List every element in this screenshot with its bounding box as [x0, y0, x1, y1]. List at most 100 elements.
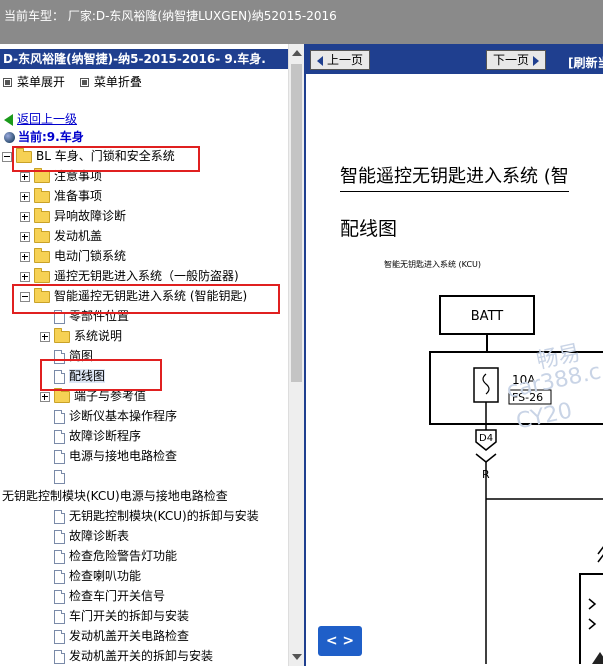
tree-item-label: 检查危险警告灯功能: [69, 549, 178, 563]
tree-item-label: 注意事项: [54, 169, 103, 183]
folder-icon: [34, 247, 50, 263]
tree-item-label: 异响故障诊断: [54, 209, 127, 223]
tree-item-label: 零部件位置: [69, 309, 130, 323]
tree-item[interactable]: 注意事项: [20, 166, 102, 186]
expand-icon[interactable]: [20, 191, 30, 202]
prev-page-button[interactable]: 上一页: [310, 50, 371, 70]
tree-item-label: 故障诊断程序: [69, 429, 142, 443]
tree-item-label: 发动机盖: [54, 229, 103, 243]
folder-icon: [34, 267, 50, 283]
tree-item-label: 诊断仪基本操作程序: [69, 409, 178, 423]
tree-item[interactable]: 智能遥控无钥匙进入系统 (智能钥匙): [20, 286, 247, 306]
tree-item[interactable]: 发动机盖开关电路检查: [40, 626, 189, 646]
tree-item[interactable]: 检查危险警告灯功能: [40, 546, 177, 566]
tree-item[interactable]: 异响故障诊断: [20, 206, 126, 226]
menu-collapse-button[interactable]: 菜单折叠: [77, 75, 142, 89]
document-icon: [54, 449, 65, 464]
tree-item[interactable]: 检查车门开关信号: [40, 586, 165, 606]
expand-icon[interactable]: [40, 331, 50, 342]
folder-icon: [34, 207, 50, 223]
document-icon: [54, 349, 65, 364]
tree-item-label: 检查车门开关信号: [69, 589, 166, 603]
fuse-icon: [473, 367, 499, 403]
tree-item-label: 车门开关的拆卸与安装: [69, 609, 190, 623]
batt-label: BATT: [471, 309, 504, 324]
tree-item-label: 端子与参考值: [74, 389, 147, 403]
tree-item[interactable]: 电源与接地电路检查: [40, 446, 177, 466]
tree-item[interactable]: 准备事项: [20, 186, 102, 206]
refresh-link[interactable]: [刷新当: [568, 54, 603, 71]
folder-icon: [16, 147, 32, 163]
expand-icon[interactable]: [20, 211, 30, 222]
tree-item[interactable]: 零部件位置: [40, 306, 129, 326]
connector-label: D4: [479, 433, 493, 444]
document-subtitle: 配线图: [340, 218, 398, 240]
folder-icon: [34, 167, 50, 183]
back-link-label[interactable]: 返回上一级: [17, 112, 77, 126]
scroll-up-icon[interactable]: [292, 50, 302, 56]
tree-item[interactable]: 简图: [40, 346, 93, 366]
document-icon: [54, 409, 65, 424]
tree-item[interactable]: 端子与参考值: [40, 386, 146, 406]
square-icon: [3, 78, 12, 87]
menu-toggle-row: 菜单展开 菜单折叠: [0, 72, 150, 92]
tree-item[interactable]: 无钥匙控制模块(KCU)的拆卸与安装: [40, 506, 259, 526]
current-location: 当前:9.车身: [4, 128, 84, 146]
tree-item[interactable]: 无钥匙控制模块(KCU)电源与接地电路检查: [2, 486, 228, 506]
folder-icon: [54, 387, 70, 403]
tree-item-label: BL 车身、门锁和安全系统: [36, 149, 175, 163]
tree-item[interactable]: 遥控无钥匙进入系统（一般防盗器): [20, 266, 239, 286]
tree-item-label: 系统说明: [74, 329, 123, 343]
document-icon: [54, 609, 65, 624]
page-nav-button[interactable]: < >: [318, 626, 362, 656]
tree-item[interactable]: 配线图: [40, 366, 106, 386]
tree-item[interactable]: 车门开关的拆卸与安装: [40, 606, 189, 626]
left-panel-header: D-东风裕隆(纳智捷)-纳5-2015-2016- 9.车身.: [0, 49, 290, 69]
tree-item[interactable]: 检查喇叭功能: [40, 566, 141, 586]
tree-item-label: 电动门锁系统: [54, 249, 127, 263]
collapse-icon[interactable]: [2, 151, 12, 162]
tree-item-label: 智能遥控无钥匙进入系统 (智能钥匙): [54, 289, 248, 303]
expand-icon[interactable]: [20, 171, 30, 182]
document-icon: [54, 429, 65, 444]
tree-item-label: 电源与接地电路检查: [69, 449, 178, 463]
scroll-thumb[interactable]: [291, 64, 302, 382]
wiring-diagram: BATT 10A FS-26 D4 R: [429, 295, 603, 664]
expand-icon[interactable]: [20, 251, 30, 262]
tree-item[interactable]: 电动门锁系统: [20, 246, 126, 266]
tree-item-label: 遥控无钥匙进入系统（一般防盗器): [54, 269, 239, 283]
document-icon: [54, 309, 65, 324]
document-icon: [54, 589, 65, 604]
tree-item[interactable]: [40, 466, 69, 486]
tree-item[interactable]: BL 车身、门锁和安全系统: [2, 146, 175, 166]
back-link[interactable]: 返回上一级: [4, 110, 77, 128]
tree-item[interactable]: 发动机盖: [20, 226, 102, 246]
tree-item-label: 配线图: [69, 369, 106, 383]
document-icon: [54, 469, 65, 484]
left-scrollbar[interactable]: [288, 44, 304, 666]
current-location-label: 当前:9.车身: [18, 130, 84, 144]
menu-expand-button[interactable]: 菜单展开: [0, 75, 65, 89]
tree-item[interactable]: 系统说明: [40, 326, 122, 346]
right-triangle-icon: [533, 55, 540, 66]
kcu-box: [579, 573, 603, 664]
scroll-down-icon[interactable]: [292, 654, 302, 660]
viewer-nav-bar: 上一页 下一页 [刷新当: [306, 44, 603, 74]
tree-item-label: 准备事项: [54, 189, 103, 203]
expand-icon[interactable]: [20, 231, 30, 242]
tree-item-label: 发动机盖开关电路检查: [69, 629, 190, 643]
expand-icon[interactable]: [20, 271, 30, 282]
back-arrow-icon: [4, 113, 13, 126]
tree-item[interactable]: 故障诊断表: [40, 526, 129, 546]
tree-item[interactable]: 发动机盖开关的拆卸与安装: [40, 646, 213, 666]
folder-icon: [34, 227, 50, 243]
tree-item[interactable]: 故障诊断程序: [40, 426, 141, 446]
left-triangle-icon: [317, 55, 323, 66]
next-page-button[interactable]: 下一页: [486, 50, 547, 70]
collapse-icon[interactable]: [20, 291, 30, 302]
tree-item[interactable]: 诊断仪基本操作程序: [40, 406, 177, 426]
expand-icon[interactable]: [40, 391, 50, 402]
document-icon: [54, 569, 65, 584]
document-viewer: 上一页 下一页 [刷新当 智能遥控无钥匙进入系统 (智 配线图 智能无钥匙进入系…: [304, 44, 603, 666]
document-title: 智能遥控无钥匙进入系统 (智: [340, 162, 569, 192]
